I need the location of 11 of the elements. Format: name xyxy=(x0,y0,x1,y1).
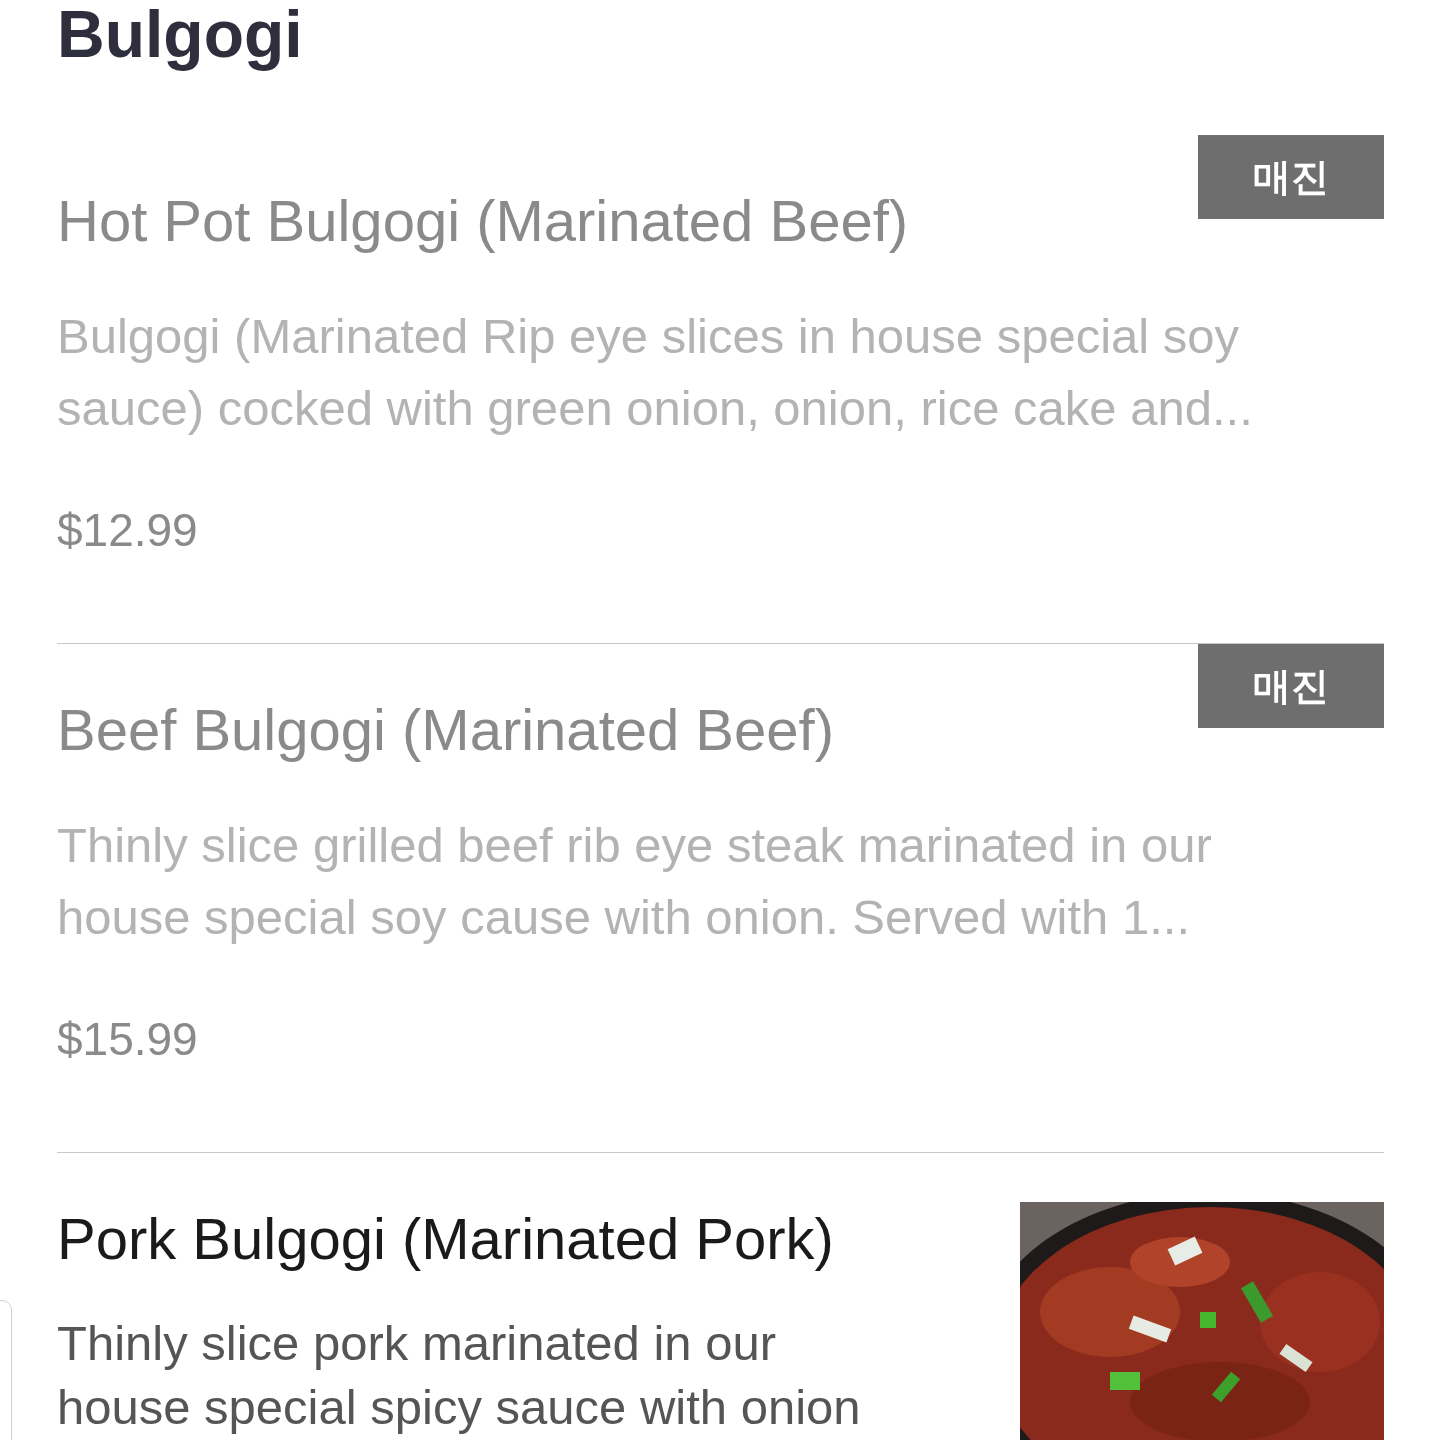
sold-out-badge: 매진 xyxy=(1198,135,1384,219)
item-price: $12.99 xyxy=(57,503,198,558)
sold-out-badge: 매진 xyxy=(1198,644,1384,728)
item-name[interactable]: Beef Bulgogi (Marinated Beef) xyxy=(57,644,834,766)
item-name[interactable]: Hot Pot Bulgogi (Marinated Beef) xyxy=(57,135,909,257)
item-price: $15.99 xyxy=(57,1012,198,1067)
item-description: Thinly slice pork marinated in our house special spicy sauce with onion xyxy=(57,1315,862,1436)
item-description: Thinly slice grilled beef rib eye steak marinated in our house special soy cause with onion. Served with 1... xyxy=(57,817,1213,946)
section-title: Bulgogi xyxy=(57,0,303,73)
item-name[interactable]: Pork Bulgogi (Marinated Pork) xyxy=(57,1153,834,1275)
item-description: Bulgogi (Marinated Rip eye slices in house special soy sauce) cocked with green onion, onion, rice cake and... xyxy=(57,308,1254,437)
